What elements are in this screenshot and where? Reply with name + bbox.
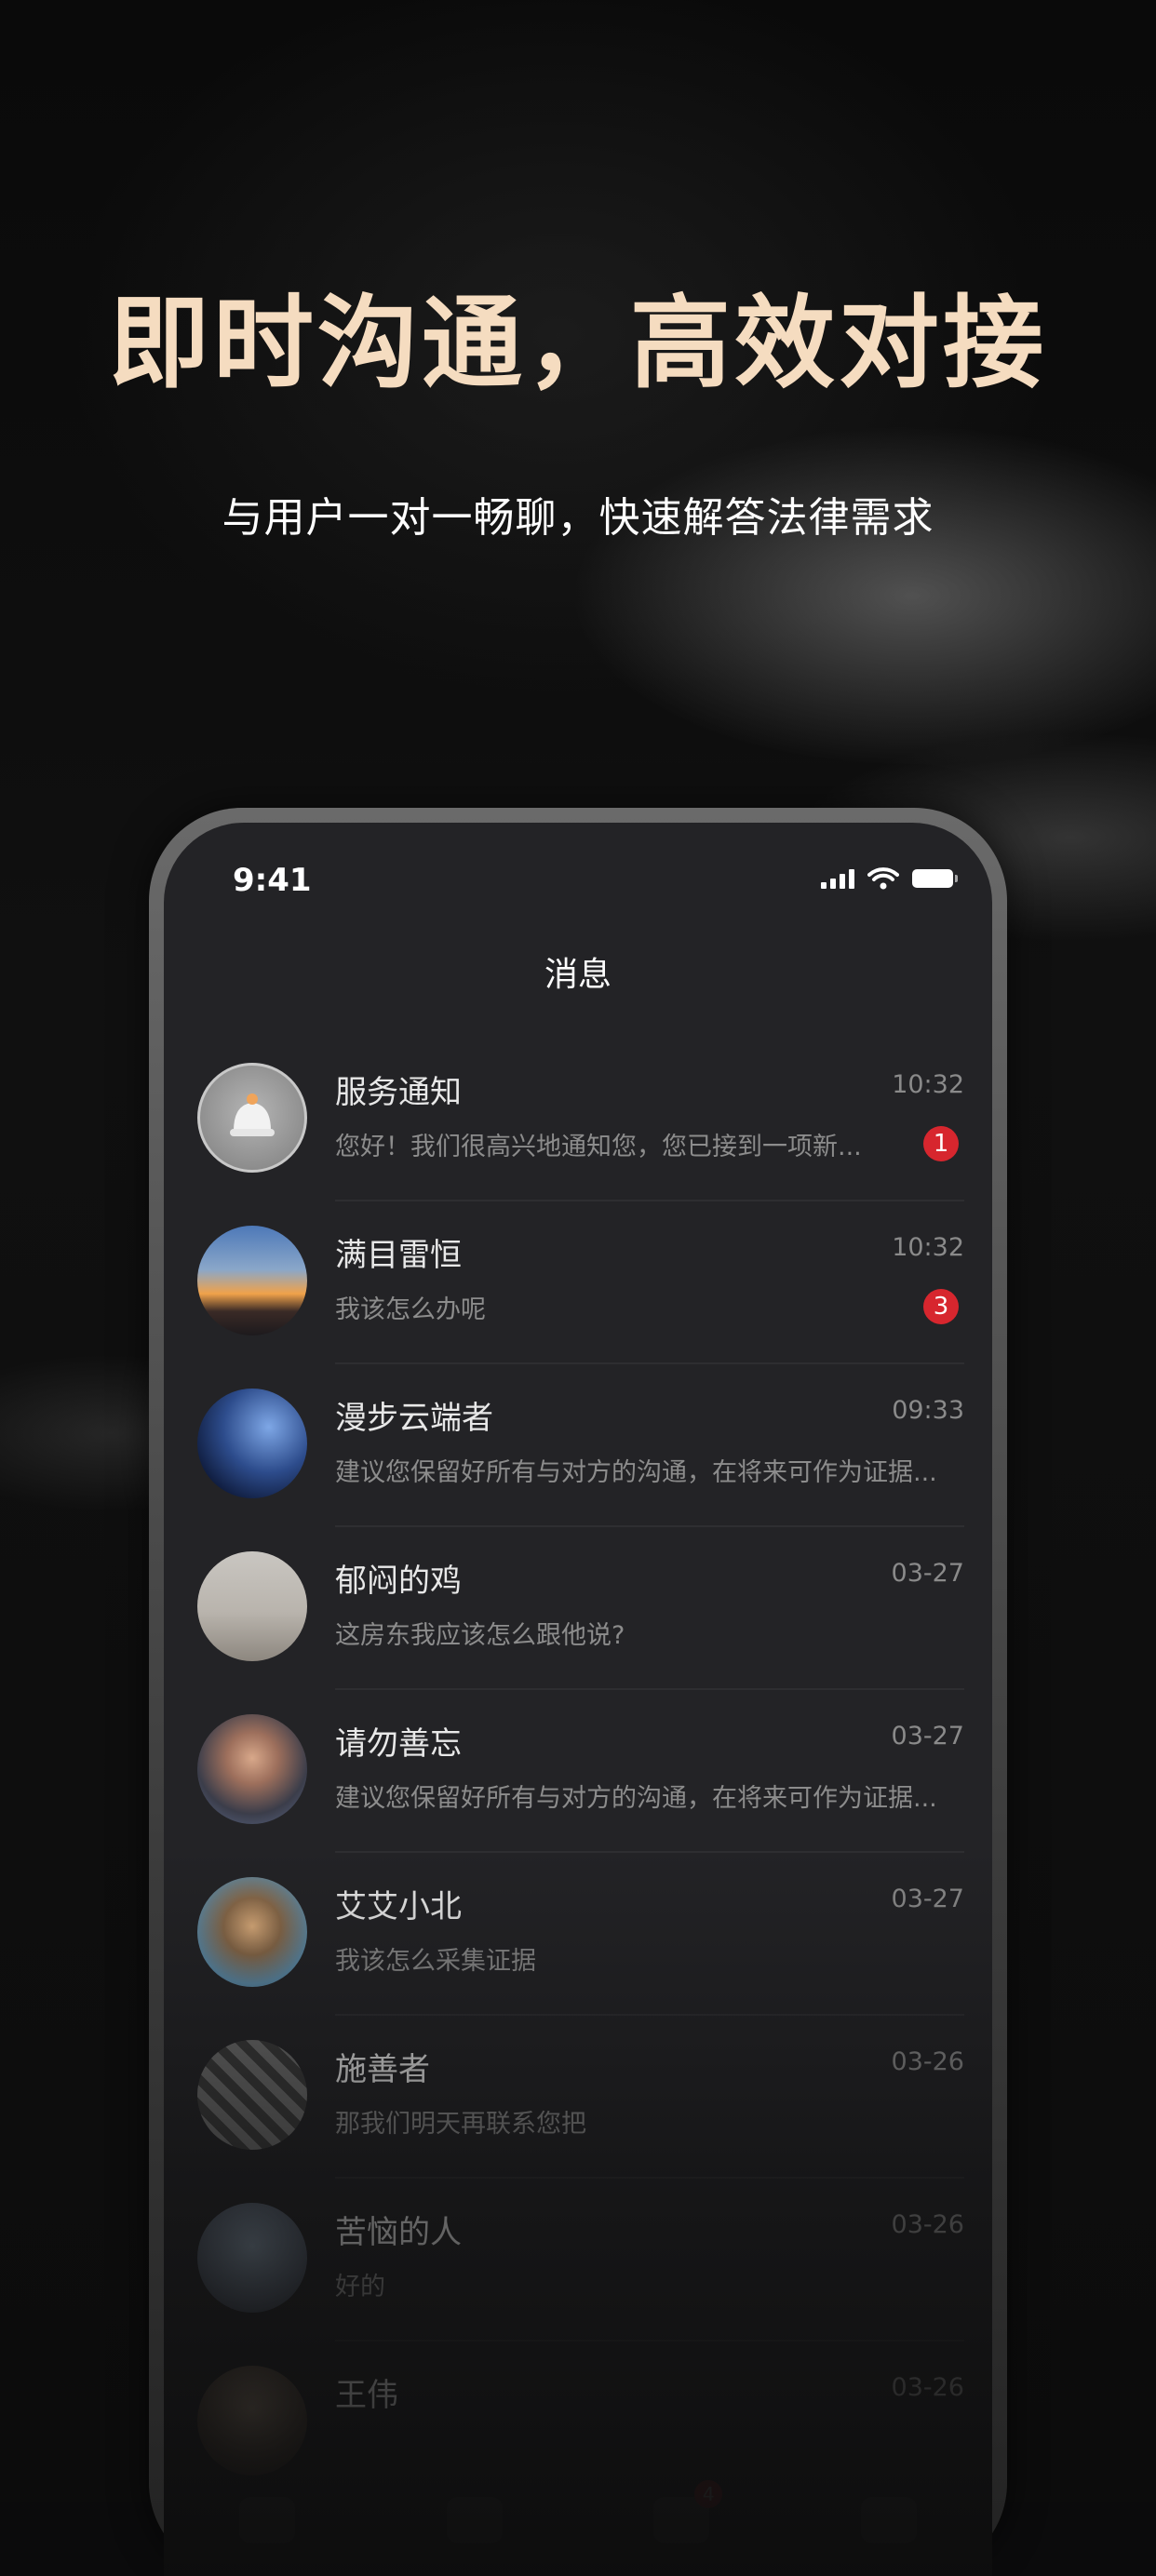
contact-name: 艾艾小北 [335,1888,462,1925]
avatar [197,1551,307,1661]
phone-frame: 9:41 消息 服务通知 10:32 您好！我们很高兴地通知您，您已接到一项新.… [149,808,1007,2576]
message-time: 03-26 [891,2373,964,2402]
avatar [197,2203,307,2313]
tab-badge: 4 [694,2480,723,2508]
message-row[interactable]: 艾艾小北 03-27 我该怎么采集证据 [164,1853,992,2016]
hero-subtitle: 与用户一对一畅聊，快速解答法律需求 [222,494,934,542]
message-preview: 好的 [335,2273,385,2301]
tab-orders[interactable] [446,2497,503,2543]
tab-bar: 4 [164,2464,992,2576]
message-time: 09:33 [892,1396,964,1425]
avatar [197,1877,307,1987]
unread-badge: 1 [923,1126,959,1161]
message-row[interactable]: 满目雷恒 10:32 我该怎么办呢 3 [164,1201,992,1364]
message-preview: 我该怎么办呢 [335,1295,486,1324]
page-title: 消息 [544,956,612,994]
message-time: 10:32 [892,1233,964,1262]
contact-name: 苦恼的人 [335,2214,462,2251]
avatar [197,1389,307,1498]
wifi-icon [867,867,899,890]
message-list: 服务通知 10:32 您好！我们很高兴地通知您，您已接到一项新... 1 满目雷… [164,1039,992,2504]
contact-name: 漫步云端者 [335,1400,493,1437]
hero-title: 即时沟通，高效对接 [108,286,1047,402]
contact-name: 请勿善忘 [335,1725,462,1763]
message-row-service[interactable]: 服务通知 10:32 您好！我们很高兴地通知您，您已接到一项新... 1 [164,1039,992,1201]
status-time: 9:41 [233,862,312,899]
signal-icon [821,868,854,889]
avatar [197,1714,307,1824]
message-preview: 这房东我应该怎么跟他说? [335,1621,625,1650]
message-time: 03-26 [891,2210,964,2239]
contact-name: 王伟 [335,2377,398,2414]
phone-screen: 9:41 消息 服务通知 10:32 您好！我们很高兴地通知您，您已接到一项新.… [164,823,992,2576]
message-preview: 建议您保留好所有与对方的沟通，在将来可作为证据... [335,1784,937,1813]
message-time: 10:32 [892,1070,964,1099]
message-time: 03-27 [891,1722,964,1751]
tab-profile[interactable] [860,2497,917,2543]
contact-name: 施善者 [335,2051,430,2088]
avatar [197,1226,307,1335]
contact-name: 满目雷恒 [335,1237,462,1274]
battery-icon [912,869,958,888]
tab-messages[interactable]: 4 [653,2480,723,2543]
message-time: 03-27 [891,1885,964,1913]
avatar [197,2040,307,2150]
message-preview: 那我们明天再联系您把 [335,2110,586,2139]
message-row[interactable]: 施善者 03-26 那我们明天再联系您把 [164,2016,992,2179]
contact-name: 郁闷的鸡 [335,1563,462,1600]
message-row[interactable]: 漫步云端者 09:33 建议您保留好所有与对方的沟通，在将来可作为证据... [164,1364,992,1527]
tab-home[interactable] [239,2497,296,2543]
message-preview: 建议您保留好所有与对方的沟通，在将来可作为证据... [335,1458,937,1487]
avatar [197,2366,307,2475]
unread-badge: 3 [923,1289,959,1324]
message-preview: 您好！我们很高兴地通知您，您已接到一项新... [335,1133,862,1161]
message-row[interactable]: 请勿善忘 03-27 建议您保留好所有与对方的沟通，在将来可作为证据... [164,1690,992,1853]
message-time: 03-26 [891,2047,964,2076]
status-icons [821,860,958,897]
message-row[interactable]: 苦恼的人 03-26 好的 [164,2179,992,2341]
bell-icon [197,1063,307,1173]
contact-name: 服务通知 [335,1074,462,1111]
message-row[interactable]: 郁闷的鸡 03-27 这房东我应该怎么跟他说? [164,1527,992,1690]
message-time: 03-27 [891,1559,964,1588]
message-preview: 我该怎么采集证据 [335,1947,536,1976]
